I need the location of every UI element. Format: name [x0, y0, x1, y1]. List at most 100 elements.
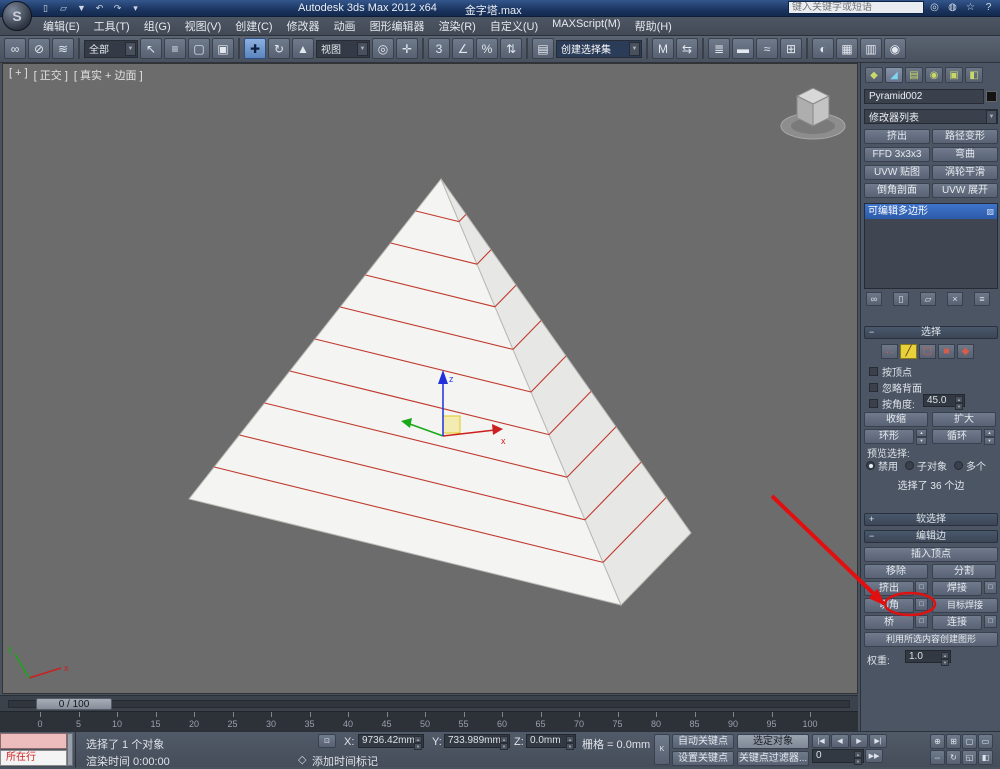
preview-option-radio[interactable]: 多个	[954, 458, 986, 473]
schedule-view-icon[interactable]: ⊞	[780, 38, 802, 59]
zoom-extents-icon[interactable]: ▢	[962, 734, 977, 749]
selection-filter-combo[interactable]: 全部▼	[84, 40, 138, 58]
remove-modifier-icon[interactable]: ×	[947, 292, 963, 306]
select-and-move-icon[interactable]: ✚	[244, 38, 266, 59]
by-vertex-checkbox[interactable]: 按顶点	[869, 364, 912, 379]
angle-value-field[interactable]: 45.0 ▲▼	[923, 394, 965, 407]
modifier-preset-button[interactable]: 涡轮平滑	[932, 165, 998, 180]
bridge-button[interactable]: 桥	[864, 615, 914, 630]
viewport[interactable]: [ + ] [ 正交 ] [ 真实 + 边面 ]	[2, 63, 858, 694]
modifier-preset-button[interactable]: UVW 贴图	[864, 165, 930, 180]
current-frame-field[interactable]: 0 ▲▼	[812, 749, 864, 763]
select-and-link-icon[interactable]: ∞	[4, 38, 26, 59]
menu-item[interactable]: 帮助(H)	[628, 16, 679, 36]
chamfer-settings-button[interactable]: □	[915, 598, 928, 611]
element-subobject-icon[interactable]: ◆	[957, 344, 974, 359]
new-scene-icon[interactable]: ▯	[38, 2, 53, 15]
unlink-selection-icon[interactable]: ⊘	[28, 38, 50, 59]
extrude-button[interactable]: 挤出	[864, 581, 914, 596]
help-icon[interactable]: ?	[981, 1, 996, 14]
menu-item[interactable]: 修改器	[280, 16, 327, 36]
render-production-icon[interactable]: ◉	[884, 38, 906, 59]
favorites-icon[interactable]: ☆	[963, 1, 978, 14]
viewport-pov-menu[interactable]: [ 正交 ]	[34, 67, 68, 83]
render-setup-icon[interactable]: ▦	[836, 38, 858, 59]
rollout-soft-selection-header[interactable]: + 软选择	[864, 513, 998, 526]
listener-scrollbar[interactable]	[67, 733, 73, 766]
play-button[interactable]: ▶	[850, 734, 868, 748]
viewport-layout-icon[interactable]: ◧	[978, 750, 993, 765]
connect-button[interactable]: 连接	[932, 615, 982, 630]
select-and-rotate-icon[interactable]: ↻	[268, 38, 290, 59]
make-unique-icon[interactable]: ▱	[920, 292, 936, 306]
modifier-preset-button[interactable]: FFD 3x3x3	[864, 147, 930, 162]
previous-frame-button[interactable]: ◀	[831, 734, 849, 748]
tab-display[interactable]: ▣	[945, 67, 963, 83]
ribbon-toggle-icon[interactable]: ▬	[732, 38, 754, 59]
set-key-button[interactable]: 设置关键点	[672, 751, 734, 766]
tab-create[interactable]: ◆	[865, 67, 883, 83]
ring-button[interactable]: 环形	[864, 429, 914, 444]
spinner[interactable]: ▲▼	[854, 751, 862, 761]
modifier-preset-button[interactable]: 挤出	[864, 129, 930, 144]
menu-item[interactable]: 图形编辑器	[363, 16, 432, 36]
menu-item[interactable]: 创建(C)	[228, 16, 279, 36]
viewport-general-menu[interactable]: [ + ]	[9, 67, 28, 83]
modifier-preset-button[interactable]: 路径变形	[932, 129, 998, 144]
bind-to-space-warp-icon[interactable]: ≋	[52, 38, 74, 59]
spinner[interactable]: ▲▼	[941, 652, 949, 662]
menu-item[interactable]: MAXScript(M)	[545, 16, 627, 36]
configure-modifier-sets-icon[interactable]: ≡	[974, 292, 990, 306]
weight-value-field[interactable]: 1.0 ▲▼	[905, 650, 951, 663]
x-coordinate-field[interactable]: 9736.42mm ▲▼	[358, 734, 424, 748]
vertex-subobject-icon[interactable]: ∴	[881, 344, 898, 359]
track-bar-ruler[interactable]: 0510152025303540455055606570758085909510…	[0, 711, 858, 731]
viewport-shading-menu[interactable]: [ 真实 + 边面 ]	[74, 67, 143, 83]
maximize-viewport-toggle-icon[interactable]: ◱	[962, 750, 977, 765]
weld-button[interactable]: 焊接	[932, 581, 982, 596]
go-to-start-button[interactable]: |◀	[812, 734, 830, 748]
edit-named-selection-sets-icon[interactable]: ▤	[532, 38, 554, 59]
menu-item[interactable]: 视图(V)	[178, 16, 229, 36]
remove-button[interactable]: 移除	[864, 564, 928, 579]
undo-icon[interactable]: ↶	[92, 2, 107, 15]
go-to-end-button[interactable]: ▶|	[869, 734, 887, 748]
ignore-backfacing-checkbox[interactable]: 忽略背面	[869, 380, 922, 395]
snap-toggle-icon[interactable]: 3	[428, 38, 450, 59]
weld-settings-button[interactable]: □	[984, 581, 997, 594]
next-frame-button[interactable]: ▶▶	[865, 749, 883, 763]
split-button[interactable]: 分割	[932, 564, 996, 579]
communication-center-icon[interactable]: ◍	[945, 1, 960, 14]
curve-editor-icon[interactable]: ≈	[756, 38, 778, 59]
menu-item[interactable]: 渲染(R)	[432, 16, 483, 36]
connect-settings-button[interactable]: □	[984, 615, 997, 628]
window-crossing-icon[interactable]: ▣	[212, 38, 234, 59]
polygon-subobject-icon[interactable]: ■	[938, 344, 955, 359]
shrink-button[interactable]: 收缩	[864, 412, 928, 427]
viewcube-widget[interactable]	[781, 88, 845, 139]
maxscript-mini-listener[interactable]: 所在行	[0, 732, 76, 768]
preview-option-radio[interactable]: 子对象	[905, 458, 947, 473]
object-color-swatch[interactable]	[986, 91, 997, 102]
ring-spinner[interactable]: ▲▼	[916, 429, 927, 444]
stack-item-editable-poly[interactable]: 可编辑多边形 ▨	[865, 204, 997, 219]
percent-snap-icon[interactable]: %	[476, 38, 498, 59]
spinner[interactable]: ▲▼	[955, 396, 963, 406]
macro-recorder-line[interactable]	[0, 733, 67, 749]
select-by-name-icon[interactable]: ≡	[164, 38, 186, 59]
modifier-stack[interactable]: 可编辑多边形 ▨	[864, 203, 998, 289]
insert-vertex-button[interactable]: 插入顶点	[864, 547, 998, 562]
tab-hierarchy[interactable]: ▤	[905, 67, 923, 83]
spinner[interactable]: ▲▼	[500, 736, 508, 746]
zoom-icon[interactable]: ⊕	[930, 734, 945, 749]
set-key-mode-button[interactable]: K	[654, 734, 670, 765]
select-object-icon[interactable]: ↖	[140, 38, 162, 59]
spinner-snap-icon[interactable]: ⇅	[500, 38, 522, 59]
spinner[interactable]: ▲▼	[566, 736, 574, 746]
menu-item[interactable]: 工具(T)	[87, 16, 137, 36]
rendered-frame-window-icon[interactable]: ▥	[860, 38, 882, 59]
modifier-preset-button[interactable]: 弯曲	[932, 147, 998, 162]
tab-motion[interactable]: ◉	[925, 67, 943, 83]
zoom-region-icon[interactable]: ▭	[978, 734, 993, 749]
key-filters-button[interactable]: 关键点过滤器...	[737, 751, 809, 766]
